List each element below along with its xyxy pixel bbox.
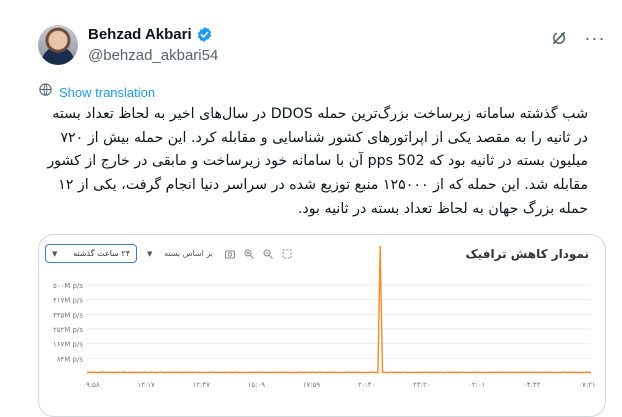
author-handle[interactable]: @behzad_akbari54 xyxy=(88,47,218,64)
media-card[interactable]: نمودار کاهش ترافیک ۲۴ ساعت گذشته ▼ بر اس… xyxy=(38,234,606,417)
x-tick-label: ۲۰:۴۰ xyxy=(358,381,375,389)
author-name-row: Behzad Akbari xyxy=(88,26,213,43)
translation-label: Show translation xyxy=(59,84,156,100)
x-tick-label: ۰۷:۲۱ xyxy=(578,381,595,389)
grok-icon[interactable] xyxy=(548,27,570,49)
traffic-series-line xyxy=(86,245,592,374)
verified-badge-icon xyxy=(196,26,213,43)
y-tick-label: ۱۶۷M p/s xyxy=(53,341,83,349)
header-actions: ··· xyxy=(548,27,606,49)
traffic-chart: ۵۰۰M p/s ۴۱۷M p/s ۳۳۵M p/s ۲۵۲M p/s ۱۶۷M p/s… xyxy=(53,245,596,389)
x-tick-label: ۱۲:۱۷ xyxy=(137,381,155,389)
avatar[interactable] xyxy=(38,25,78,65)
x-tick-label: ۰۹:۵۸ xyxy=(82,381,100,389)
translate-icon xyxy=(38,82,53,102)
x-tick-label: ۰۴:۴۲ xyxy=(523,381,541,389)
y-tick-label: ۴۱۷M p/s xyxy=(53,297,83,305)
y-tick-label: ۵۰۰M p/s xyxy=(53,282,83,290)
more-dots-icon[interactable]: ··· xyxy=(584,27,606,49)
y-tick-label: ۳۳۵M p/s xyxy=(53,311,83,319)
x-tick-label: ۰۲:۰۱ xyxy=(468,381,485,389)
y-tick-label: ۲۵۲M p/s xyxy=(53,326,83,334)
x-tick-label: ۱۷:۵۹ xyxy=(303,381,321,389)
x-tick-label: ۲۳:۲۰ xyxy=(413,381,430,389)
chart-panel: نمودار کاهش ترافیک ۲۴ ساعت گذشته ▼ بر اس… xyxy=(39,235,605,416)
tweet-text: شب گذشته سامانه زیرساخت بزرگ‌ترین حمله D… xyxy=(47,106,588,217)
show-translation-link[interactable]: Show translation xyxy=(38,82,155,102)
x-tick-label: ۱۵:۰۹ xyxy=(248,381,266,389)
tweet: Behzad Akbari @behzad_akbari54 ··· Show … xyxy=(0,0,622,417)
x-tick-label: ۱۲:۴۷ xyxy=(193,381,211,389)
display-name[interactable]: Behzad Akbari xyxy=(88,26,192,43)
y-tick-label: ۸۴M p/s xyxy=(57,355,84,363)
